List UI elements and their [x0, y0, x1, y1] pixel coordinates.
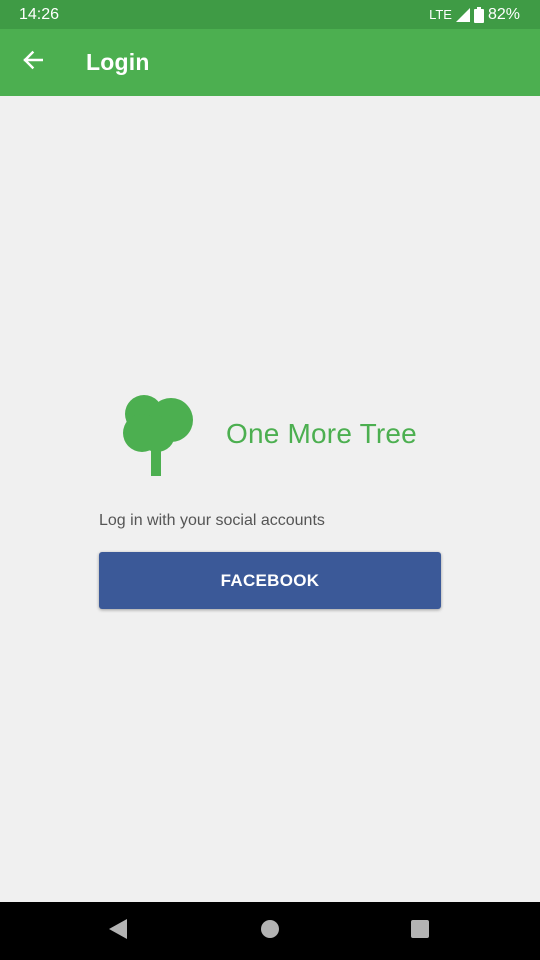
home-circle-icon	[261, 919, 279, 943]
nav-home-button[interactable]	[240, 902, 300, 960]
page-title: Login	[86, 49, 150, 75]
status-time: 14:26	[19, 5, 60, 23]
battery-percent: 82%	[487, 5, 520, 23]
status-bar: 14:26 LTE 82%	[0, 0, 540, 29]
status-icons: LTE 82%	[429, 6, 520, 24]
nav-back-button[interactable]	[88, 902, 148, 960]
login-prompt: Log in with your social accounts	[99, 512, 325, 529]
tree-logo-icon	[122, 388, 196, 481]
navigation-bar	[0, 902, 540, 960]
nav-recents-button[interactable]	[390, 902, 450, 960]
signal-icon	[455, 7, 470, 22]
facebook-login-button[interactable]: FACEBOOK	[99, 552, 441, 609]
arrow-back-icon	[23, 50, 44, 75]
app-name: One More Tree	[226, 417, 417, 449]
recents-square-icon	[411, 919, 429, 943]
back-triangle-icon	[109, 918, 127, 944]
app-logo: One More Tree	[122, 388, 417, 481]
app-bar: Login	[0, 29, 540, 96]
back-button[interactable]	[0, 29, 66, 96]
battery-icon	[473, 6, 484, 23]
network-type-label: LTE	[429, 7, 452, 22]
